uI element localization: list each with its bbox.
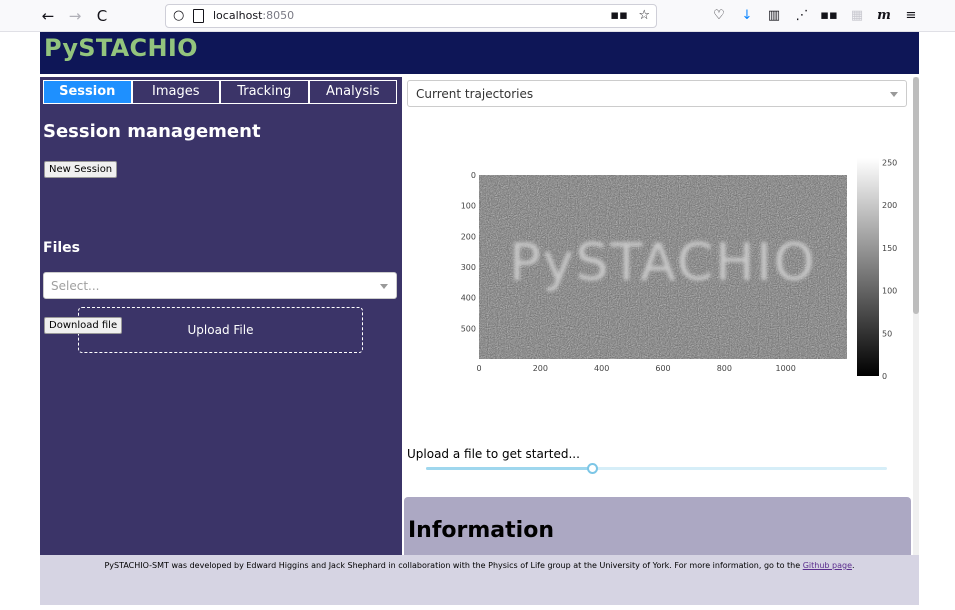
file-select-placeholder: Select... bbox=[51, 279, 100, 293]
y-tick-label: 300 bbox=[461, 263, 476, 272]
chevron-down-icon bbox=[890, 92, 898, 97]
url-text[interactable]: localhost:8050 bbox=[213, 9, 294, 22]
colorbar-tick-label: 0 bbox=[882, 372, 887, 381]
x-tick-label: 1000 bbox=[775, 364, 795, 373]
y-tick-label: 0 bbox=[471, 171, 476, 180]
page-icon bbox=[193, 9, 204, 23]
x-axis: 0 200 400 600 800 1000 bbox=[476, 364, 795, 373]
view-dropdown[interactable]: Current trajectories bbox=[407, 80, 907, 107]
x-tick-label: 600 bbox=[655, 364, 670, 373]
x-tick-label: 200 bbox=[533, 364, 548, 373]
m-extension-icon[interactable]: m bbox=[875, 7, 893, 25]
url-bar[interactable]: ○ localhost:8050 ▪▪ ☆ bbox=[165, 4, 657, 28]
download-icon[interactable]: ↓ bbox=[738, 7, 756, 25]
shield-icon[interactable]: ○ bbox=[173, 8, 187, 24]
app-header: PySTACHIO bbox=[40, 32, 919, 74]
y-tick-label: 100 bbox=[461, 202, 476, 211]
x-tick-label: 800 bbox=[717, 364, 732, 373]
colorbar: 250 200 150 100 50 0 bbox=[857, 158, 897, 381]
scrollbar[interactable] bbox=[913, 77, 919, 555]
tab-session[interactable]: Session bbox=[43, 80, 132, 104]
colorbar-tick-label: 250 bbox=[882, 158, 897, 167]
colorbar-tick-label: 50 bbox=[882, 329, 892, 338]
image-plot[interactable]: PySTACHIO 0 200 400 600 800 1000 010020030040… bbox=[434, 152, 904, 412]
footer-period: . bbox=[852, 561, 855, 570]
menu-icon[interactable]: ≡ bbox=[902, 7, 920, 25]
file-select[interactable]: Select... bbox=[43, 272, 397, 299]
information-title: Information bbox=[408, 518, 554, 543]
apps-icon[interactable]: ▪▪ bbox=[820, 7, 838, 25]
extensions-icon[interactable]: ⋰ bbox=[793, 7, 811, 25]
extension-icon[interactable]: ▦ bbox=[848, 7, 866, 25]
right-panel: Current trajectories PySTACHIO 0 200 400… bbox=[404, 77, 911, 555]
upload-file-label: Upload File bbox=[187, 323, 254, 337]
browser-toolbar: ← → C ○ localhost:8050 ▪▪ ☆ ♡ ↓ ▥ ⋰ ▪▪ ▦… bbox=[0, 0, 955, 32]
y-tick-label: 200 bbox=[461, 232, 476, 241]
y-axis: 0 100 200 300 400 500 bbox=[461, 171, 476, 333]
x-tick-label: 400 bbox=[594, 364, 609, 373]
chevron-down-icon bbox=[380, 284, 388, 289]
new-session-button[interactable]: New Session bbox=[44, 161, 118, 178]
app-title: PySTACHIO bbox=[44, 34, 198, 62]
session-title: Session management bbox=[43, 121, 261, 142]
y-tick-label: 500 bbox=[461, 324, 476, 333]
url-port: :8050 bbox=[262, 9, 295, 22]
view-dropdown-value: Current trajectories bbox=[416, 87, 534, 101]
app-container: PySTACHIO Session Images Tracking Analys… bbox=[40, 32, 919, 610]
colorbar-tick-label: 100 bbox=[882, 287, 897, 296]
heatmap-image-text: PySTACHIO bbox=[509, 233, 816, 293]
qr-code-icon[interactable]: ▪▪ bbox=[610, 8, 628, 23]
reader-view-icon[interactable]: ▥ bbox=[765, 7, 783, 25]
tab-images[interactable]: Images bbox=[131, 80, 220, 104]
reload-icon[interactable]: C bbox=[92, 6, 112, 26]
bookmark-star-icon[interactable]: ☆ bbox=[638, 8, 650, 23]
frame-slider[interactable] bbox=[426, 463, 887, 474]
tab-analysis[interactable]: Analysis bbox=[308, 80, 397, 104]
slider-handle[interactable] bbox=[586, 463, 598, 474]
footer: PySTACHIO-SMT was developed by Edward Hi… bbox=[40, 555, 919, 605]
download-file-button[interactable]: Download file bbox=[44, 317, 123, 334]
slider-fill bbox=[426, 467, 592, 470]
forward-icon[interactable]: → bbox=[65, 6, 85, 26]
x-tick-label: 0 bbox=[476, 364, 481, 373]
y-tick-label: 400 bbox=[461, 294, 476, 303]
tab-bar: Session Images Tracking Analysis bbox=[43, 80, 397, 104]
heatmap-image: PySTACHIO bbox=[479, 175, 847, 359]
pocket-icon[interactable]: ♡ bbox=[710, 7, 728, 25]
github-link[interactable]: Github page bbox=[803, 561, 852, 570]
tab-tracking[interactable]: Tracking bbox=[220, 80, 309, 104]
upload-message: Upload a file to get started... bbox=[407, 447, 580, 461]
scrollbar-thumb[interactable] bbox=[913, 77, 919, 314]
back-icon[interactable]: ← bbox=[38, 6, 58, 26]
files-title: Files bbox=[43, 240, 80, 256]
footer-text: PySTACHIO-SMT was developed by Edward Hi… bbox=[40, 561, 919, 570]
colorbar-tick-label: 200 bbox=[882, 201, 897, 210]
information-panel: Information bbox=[404, 497, 911, 555]
colorbar-tick-label: 150 bbox=[882, 244, 897, 253]
url-host: localhost bbox=[213, 9, 263, 22]
footer-description: PySTACHIO-SMT was developed by Edward Hi… bbox=[104, 561, 803, 570]
left-panel: Session Images Tracking Analysis Session… bbox=[40, 77, 402, 555]
